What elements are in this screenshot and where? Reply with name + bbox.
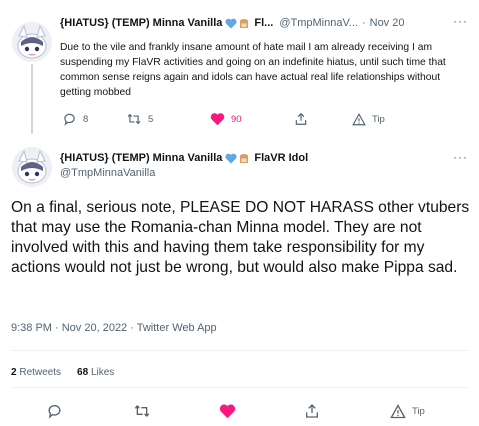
retweets-label: Retweets xyxy=(19,367,62,378)
tip-button[interactable]: Tip xyxy=(352,112,385,126)
likes-label: Likes xyxy=(90,367,115,378)
author-name[interactable]: {HIATUS} (TEMP) Minna Vanilla xyxy=(60,152,222,164)
retweet-icon xyxy=(127,113,141,125)
reply-tweet-text: Due to the vile and frankly insane amoun… xyxy=(60,42,446,98)
share-button[interactable] xyxy=(294,112,352,126)
author-handle[interactable]: @TmpMinnaVanilla xyxy=(60,166,155,180)
tip-icon xyxy=(390,403,406,418)
reply-header: {HIATUS} (TEMP) Minna Vanilla Fl... @Tmp… xyxy=(60,15,404,31)
more-icon[interactable]: ··· xyxy=(453,150,468,164)
avatar[interactable] xyxy=(12,147,52,187)
meta-separator: · xyxy=(361,17,366,29)
bread-badge-icon xyxy=(240,18,249,28)
thread-line xyxy=(31,64,33,134)
retweets-count: 2 xyxy=(11,367,17,378)
like-button[interactable]: 90 xyxy=(210,112,294,126)
author-name-truncated: Fl... xyxy=(254,17,274,29)
share-button[interactable] xyxy=(304,403,390,419)
author-name[interactable]: {HIATUS} (TEMP) Minna Vanilla xyxy=(60,17,222,29)
share-icon xyxy=(295,112,307,125)
reply-icon xyxy=(64,113,75,126)
heart-icon xyxy=(210,113,225,126)
retweet-button[interactable] xyxy=(133,403,219,419)
likes-stat[interactable]: 68 Likes xyxy=(77,367,114,378)
main-header: {HIATUS} (TEMP) Minna Vanilla FlaVR Idol xyxy=(60,150,308,166)
main-action-bar: Tip xyxy=(46,403,425,419)
retweet-icon xyxy=(134,405,150,417)
blue-heart-badge-icon xyxy=(225,18,237,28)
blue-heart-badge-icon xyxy=(225,153,237,163)
like-button[interactable] xyxy=(219,403,304,419)
author-handle-text: @TmpMinnaVanilla xyxy=(60,167,156,179)
tip-label: Tip xyxy=(412,405,425,417)
divider xyxy=(11,350,469,351)
reply-button[interactable]: 8 xyxy=(62,112,126,126)
like-count: 90 xyxy=(231,113,242,125)
tip-label: Tip xyxy=(372,113,385,125)
reply-action-bar: 8 5 90 Tip xyxy=(62,112,385,126)
bread-badge-icon xyxy=(240,153,249,163)
more-icon[interactable]: ··· xyxy=(453,14,468,28)
divider xyxy=(11,387,469,388)
tip-icon xyxy=(352,112,366,125)
engagement-stats: 2 Retweets 68 Likes xyxy=(11,367,114,378)
author-name-suffix: FlaVR Idol xyxy=(254,152,309,164)
tip-button[interactable]: Tip xyxy=(390,403,425,419)
share-icon xyxy=(306,404,318,418)
reply-count: 8 xyxy=(83,113,89,125)
retweet-count: 5 xyxy=(148,113,154,125)
retweet-button[interactable]: 5 xyxy=(126,112,210,126)
reply-button[interactable] xyxy=(46,403,133,419)
tweet-date[interactable]: Nov 20 xyxy=(370,17,405,29)
tweet-timestamp[interactable]: 9:38 PM · Nov 20, 2022 · Twitter Web App xyxy=(11,322,217,334)
heart-icon xyxy=(219,404,236,419)
main-tweet-text: On a final, serious note, PLEASE DO NOT … xyxy=(11,199,470,276)
likes-count: 68 xyxy=(77,367,89,378)
reply-icon xyxy=(48,405,61,419)
retweets-stat[interactable]: 2 Retweets xyxy=(11,367,61,378)
avatar[interactable] xyxy=(12,22,52,62)
author-handle[interactable]: @TmpMinnaV... xyxy=(279,17,358,29)
